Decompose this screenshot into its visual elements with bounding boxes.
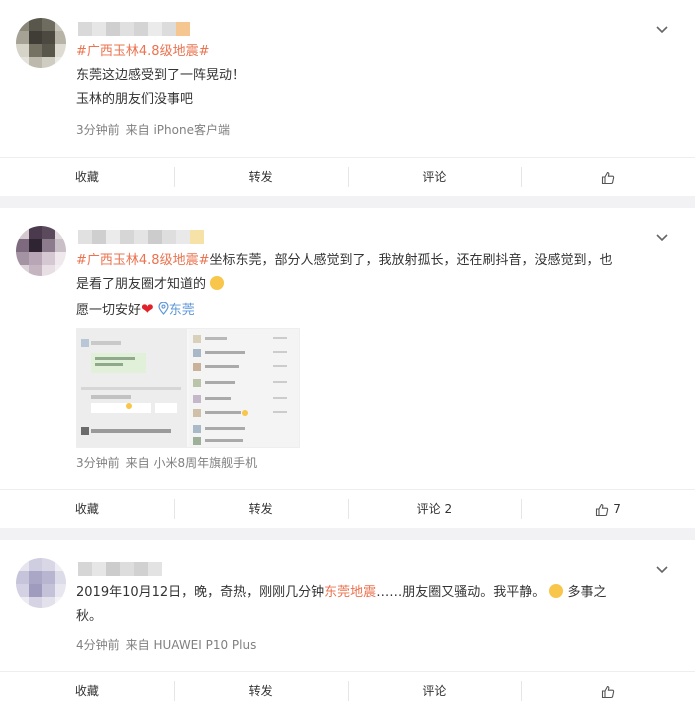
chat-screenshot-image — [77, 329, 299, 447]
location-text: 东莞 — [168, 303, 195, 318]
repost-button[interactable]: 转发 — [173, 672, 348, 710]
thumbs-up-icon — [602, 685, 615, 698]
repost-button[interactable]: 转发 — [173, 490, 348, 528]
comment-button[interactable]: 评论 2 — [347, 490, 522, 528]
avatar[interactable] — [16, 558, 66, 608]
collect-button[interactable]: 收藏 — [0, 158, 174, 196]
post-line: 东莞这边感受到了一阵晃动！ — [76, 68, 246, 83]
action-bar: 收藏 转发 评论 2 7 — [0, 489, 695, 528]
post-body: 2019年10月12日，晚，奇热，刚刚几分钟东莞地震……朋友圈又骚动。我平静。 … — [76, 581, 667, 629]
username-blurred[interactable] — [78, 561, 162, 576]
thumbs-up-icon — [602, 171, 615, 184]
post-image-thumbnail[interactable] — [76, 328, 300, 448]
collect-button[interactable]: 收藏 — [0, 490, 174, 528]
avatar[interactable] — [16, 226, 66, 276]
post-text: 愿一切安好 — [76, 303, 142, 318]
comment-button[interactable]: 评论 — [347, 158, 522, 196]
chevron-down-icon[interactable] — [655, 22, 669, 36]
post-time[interactable]: 4分钟前 — [76, 638, 120, 652]
post-line: 愿一切安好❤ 东莞 — [76, 297, 667, 323]
like-button[interactable] — [521, 672, 695, 710]
post-source: 来自 HUAWEI P10 Plus — [125, 638, 257, 652]
emoji-icon — [549, 584, 564, 598]
post-source: 来自 iPhone客户端 — [125, 123, 230, 137]
avatar[interactable] — [16, 18, 66, 68]
post-text: 多事之 — [567, 585, 607, 600]
thumbs-up-icon — [596, 503, 609, 516]
collect-button[interactable]: 收藏 — [0, 672, 174, 710]
post-line: 秋。 — [76, 609, 103, 624]
post-text: 坐标东莞，部分人感觉到了，我放射孤长，还在刷抖音，没感觉到，也 — [209, 253, 613, 268]
username-blurred[interactable] — [78, 229, 204, 244]
post-line: 是看了朋友圈才知道的 — [76, 273, 667, 297]
post-meta: 3分钟前 来自 iPhone客户端 — [76, 121, 230, 138]
post-card-2: #广西玉林4.8级地震#坐标东莞，部分人感觉到了，我放射孤长，还在刷抖音，没感觉… — [0, 208, 695, 528]
emoji-icon — [210, 276, 225, 290]
post-line: 玉林的朋友们没事吧 — [76, 92, 194, 107]
post-body: #广西玉林4.8级地震#坐标东莞，部分人感觉到了，我放射孤长，还在刷抖音，没感觉… — [76, 249, 667, 323]
post-source: 来自 小米8周年旗舰手机 — [125, 456, 258, 470]
post-line: 2019年10月12日，晚，奇热，刚刚几分钟东莞地震……朋友圈又骚动。我平静。 … — [76, 581, 667, 605]
like-button[interactable]: 7 — [521, 490, 695, 528]
topic-hashtag[interactable]: #广西玉林4.8级地震# — [76, 40, 667, 64]
post-meta: 3分钟前 来自 小米8周年旗舰手机 — [76, 454, 257, 471]
action-bar: 收藏 转发 评论 — [0, 157, 695, 196]
like-button[interactable] — [521, 158, 695, 196]
post-time[interactable]: 3分钟前 — [76, 123, 120, 137]
post-text: ……朋友圈又骚动。我平静。 — [376, 585, 546, 600]
keyword-link[interactable]: 东莞地震 — [324, 585, 376, 600]
post-line: #广西玉林4.8级地震#坐标东莞，部分人感觉到了，我放射孤长，还在刷抖音，没感觉… — [76, 249, 667, 273]
post-card-3: 2019年10月12日，晚，奇热，刚刚几分钟东莞地震……朋友圈又骚动。我平静。 … — [0, 540, 695, 714]
post-meta: 4分钟前 来自 HUAWEI P10 Plus — [76, 636, 256, 653]
chevron-down-icon[interactable] — [655, 562, 669, 576]
like-count: 7 — [613, 502, 621, 516]
comment-button[interactable]: 评论 — [347, 672, 522, 710]
heart-icon: ❤ — [141, 300, 154, 318]
post-time[interactable]: 3分钟前 — [76, 456, 120, 470]
post-text: 是看了朋友圈才知道的 — [76, 277, 207, 292]
post-card-1: #广西玉林4.8级地震# 东莞这边感受到了一阵晃动！ 玉林的朋友们没事吧 3分钟… — [0, 0, 695, 196]
post-text: 2019年10月12日，晚，奇热，刚刚几分钟 — [76, 585, 325, 600]
location-link[interactable]: 东莞 — [158, 301, 195, 318]
post-body: #广西玉林4.8级地震# 东莞这边感受到了一阵晃动！ 玉林的朋友们没事吧 — [76, 40, 667, 112]
chevron-down-icon[interactable] — [655, 230, 669, 244]
topic-hashtag[interactable]: #广西玉林4.8级地震# — [76, 253, 209, 268]
location-pin-icon — [158, 301, 169, 315]
username-blurred[interactable] — [78, 21, 190, 36]
repost-button[interactable]: 转发 — [173, 158, 348, 196]
action-bar: 收藏 转发 评论 — [0, 671, 695, 710]
